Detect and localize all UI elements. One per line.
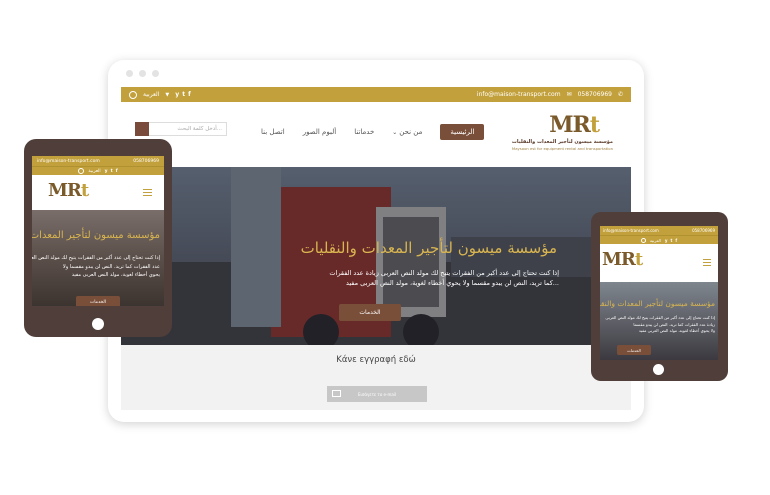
tablet-services-button[interactable]: الخدمات: [76, 296, 120, 306]
subscribe-section: Κάνε εγγραφή εδώ Εισάγετε το e-mail: [121, 345, 631, 410]
menu: اتصل بنا ألبوم الصور خدماتنا ⌄ من نحن ال…: [261, 124, 485, 140]
logo-mark-left: MR: [48, 180, 82, 201]
home-button[interactable]: [92, 318, 104, 330]
youtube-icon[interactable]: y: [175, 91, 179, 98]
tablet-phone-number[interactable]: 058706969: [133, 159, 159, 164]
globe-icon[interactable]: [640, 237, 646, 243]
logo-name-ar: مؤسسة ميسون لتأجير المعدات والنقليات: [511, 139, 613, 145]
nav-gallery[interactable]: ألبوم الصور: [303, 128, 337, 136]
phone-hero-text-line: ولا يحوي أخطاء لغوية، مولد النص العربى م…: [638, 328, 715, 333]
device-mockup-stage: العربية ▼ y t f info@maison-transport.co…: [0, 0, 770, 495]
phone-frame: info@maison-transport.com 058706969 العر…: [591, 212, 728, 381]
chevron-down-icon: ▼: [165, 91, 170, 98]
logo-name-en: Maysoon est for equipment rental and tra…: [511, 146, 613, 151]
tablet-sub-bar: العربية ytf: [32, 166, 164, 175]
phone-email-link[interactable]: info@maison-transport.com: [603, 228, 659, 233]
tablet-header: MRt: [32, 175, 164, 210]
youtube-icon[interactable]: y: [105, 169, 108, 174]
hero-title: مؤسسة ميسون لتأجير المعدات والنقليات: [300, 239, 557, 257]
tablet-hero-text: إذا كنت تحتاج إلى عدد أكبر من الفقرات يت…: [32, 254, 160, 280]
nav-about-label: من نحن: [399, 128, 423, 136]
tablet-logo[interactable]: MRt: [48, 180, 89, 201]
logo-mark-right: t: [634, 249, 643, 270]
globe-icon[interactable]: [129, 90, 137, 99]
phone-hero-text: إذا كنت تحتاج إلى عدد أكبر من الفقرات يت…: [605, 315, 715, 335]
envelope-icon: [332, 390, 341, 397]
tablet-hero: مؤسسة ميسون لتأجير المعدات والنقليات إذا…: [32, 210, 164, 306]
email-link[interactable]: info@maison-transport.com: [477, 91, 561, 98]
search-icon[interactable]: [135, 122, 149, 136]
tablet-email-link[interactable]: info@maison-transport.com: [37, 159, 100, 164]
email-field-placeholder: Εισάγετε το e-mail: [357, 391, 397, 397]
services-button[interactable]: الخدمات: [339, 304, 401, 321]
hamburger-menu-icon[interactable]: [703, 259, 711, 268]
tablet-frame: info@maison-transport.com 058706969 العر…: [24, 139, 172, 337]
tablet-hero-text-line: إذا كنت تحتاج إلى عدد أكبر من الفقرات يت…: [32, 255, 160, 261]
tablet-hero-text-line: يحوي أخطاء لغوية، مولد النص العربى مفيد: [71, 272, 160, 278]
globe-icon[interactable]: [78, 168, 85, 174]
logo-mark-left: MR: [549, 112, 591, 138]
phone-number[interactable]: 058706969: [578, 91, 612, 98]
home-button[interactable]: [653, 364, 664, 375]
window-dots: [126, 70, 159, 77]
tablet-hero-text-line: عدد الفقرات كما تريد. النص لن يبدو مقسما…: [62, 263, 160, 270]
nav-about[interactable]: ⌄ من نحن: [392, 128, 422, 136]
nav-home[interactable]: الرئيسية: [440, 124, 485, 140]
main-nav: أدخل كلمة البحث... اتصل بنا ألبوم الصور …: [121, 102, 631, 167]
tablet-top-bar: info@maison-transport.com 058706969: [32, 156, 164, 166]
youtube-icon[interactable]: y: [665, 238, 668, 243]
email-field[interactable]: Εισάγετε το e-mail: [327, 386, 427, 402]
phone-sub-bar: العربية ytf: [600, 235, 718, 244]
phone-hero-text-line: إذا كنت تحتاج إلى عدد أكبر من الفقرات يت…: [605, 315, 715, 320]
twitter-icon[interactable]: t: [111, 169, 113, 174]
nav-services[interactable]: خدماتنا: [354, 128, 374, 136]
hamburger-menu-icon[interactable]: [143, 189, 152, 198]
phone-logo[interactable]: MRt: [602, 249, 643, 270]
nav-contact[interactable]: اتصل بنا: [261, 128, 285, 136]
tablet-language-selector[interactable]: العربية: [88, 169, 100, 174]
desktop-frame: العربية ▼ y t f info@maison-transport.co…: [108, 60, 644, 422]
tablet-hero-title: مؤسسة ميسون لتأجير المعدات والنقليات: [32, 230, 160, 241]
phone-header: MRt: [600, 244, 718, 282]
twitter-icon[interactable]: t: [182, 91, 185, 98]
language-selector[interactable]: العربية: [143, 91, 159, 98]
subscribe-title: Κάνε εγγραφή εδώ: [336, 355, 416, 365]
logo-mark-left: MR: [602, 249, 636, 270]
desktop-screen: العربية ▼ y t f info@maison-transport.co…: [121, 87, 631, 410]
phone-phone-number[interactable]: 058706969: [692, 228, 715, 233]
logo-mark-right: t: [80, 180, 89, 201]
site-logo[interactable]: MRt مؤسسة ميسون لتأجير المعدات والنقليات…: [507, 112, 617, 158]
phone-hero-title: مؤسسة ميسون لتأجير المعدات والنقليات: [600, 299, 715, 308]
phone-services-button[interactable]: الخدمات: [617, 345, 651, 355]
facebook-icon[interactable]: f: [116, 169, 118, 174]
tablet-screen: info@maison-transport.com 058706969 العر…: [32, 156, 164, 306]
mail-icon: ✉: [566, 91, 572, 98]
facebook-icon[interactable]: f: [188, 91, 191, 98]
phone-top-bar: info@maison-transport.com 058706969: [600, 226, 718, 235]
logo-mark-right: t: [589, 112, 600, 138]
logo-mark: MRt: [549, 112, 600, 138]
top-bar: العربية ▼ y t f info@maison-transport.co…: [121, 87, 631, 102]
hero-banner: مؤسسة ميسون لتأجير المعدات والنقليات إذا…: [121, 167, 631, 345]
phone-hero: مؤسسة ميسون لتأجير المعدات والنقليات إذا…: [600, 282, 718, 360]
hero-text: إذا كنت تحتاج إلى عدد أكبر من الفقرات يت…: [329, 269, 559, 287]
facebook-icon[interactable]: f: [675, 238, 677, 243]
phone-language-selector[interactable]: العربية: [650, 238, 661, 243]
phone-screen: info@maison-transport.com 058706969 العر…: [600, 226, 718, 360]
twitter-icon[interactable]: t: [670, 238, 672, 243]
phone-icon: ✆: [617, 91, 623, 98]
